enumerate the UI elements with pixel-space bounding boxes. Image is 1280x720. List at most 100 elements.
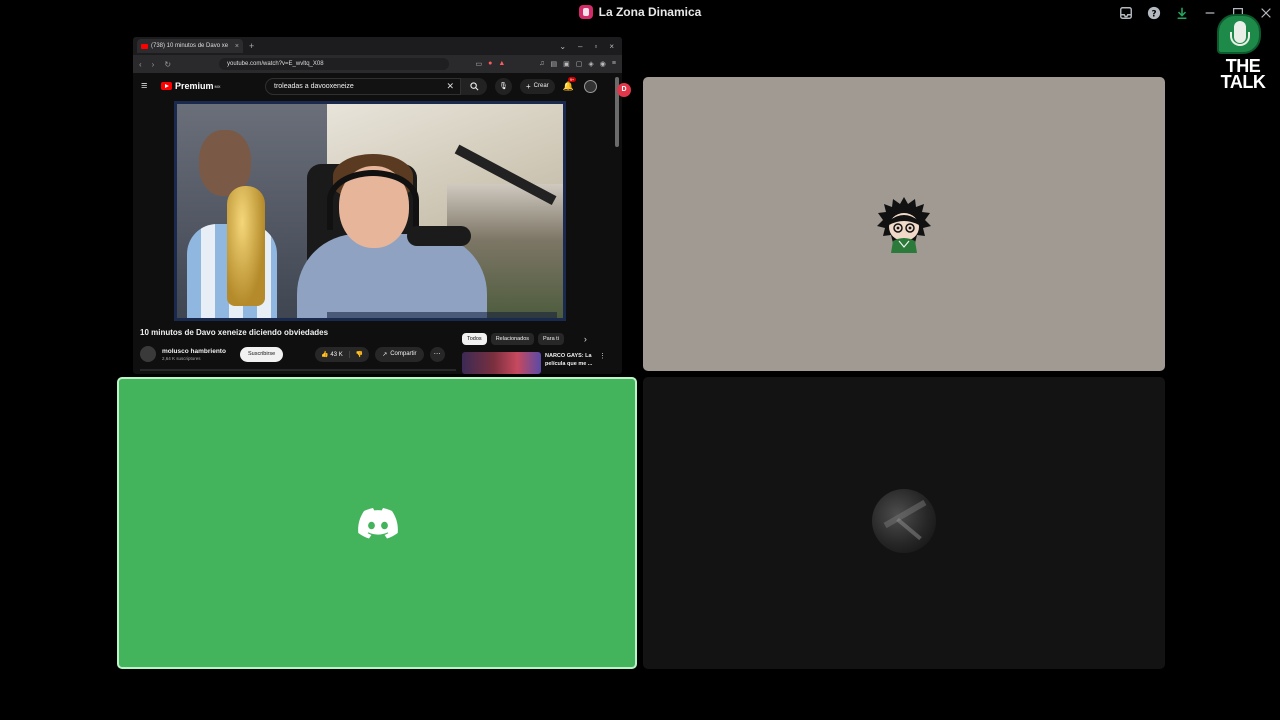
- title-bar: La Zona Dinamica ?: [0, 0, 1280, 26]
- video-frame-microphone: [407, 226, 471, 246]
- recommended-video[interactable]: NARCO GAYS: La película que me ... ⋮: [462, 352, 606, 374]
- recommendation-chips: Todos Relacionados Para ti ›: [462, 333, 587, 345]
- create-label: Crear: [533, 83, 549, 89]
- shield-icon[interactable]: ▲: [498, 60, 505, 68]
- chevron-right-icon[interactable]: ›: [584, 334, 587, 344]
- browser-nav: ‹ › ↻ ▯: [139, 60, 229, 69]
- youtube-search-button[interactable]: [461, 77, 487, 95]
- back-icon[interactable]: ‹: [139, 60, 142, 69]
- browser-maximize-icon[interactable]: ▫: [594, 42, 597, 51]
- browser-tab-title: (738) 10 minutos de Davo xe: [151, 43, 229, 49]
- url-text: youtube.com/watch?v=E_wvltq_X08: [227, 61, 324, 67]
- participant-tile-1[interactable]: [643, 77, 1165, 371]
- channel-info: molusco hambriento 2,64 K suscriptores: [162, 348, 236, 361]
- account-avatar[interactable]: [583, 79, 597, 93]
- video-frame-trophy: [227, 186, 265, 306]
- channel-name[interactable]: molusco hambriento: [162, 348, 236, 355]
- chip-all[interactable]: Todos: [462, 333, 487, 345]
- music-icon[interactable]: ♫: [539, 60, 544, 68]
- dislike-button[interactable]: 👎: [350, 351, 369, 358]
- browser-menu-icon[interactable]: ≡: [612, 60, 616, 68]
- channel-subscribers: 2,64 K suscriptores: [162, 355, 201, 361]
- video-player[interactable]: [174, 101, 566, 321]
- hamburger-menu-icon[interactable]: ≡: [141, 80, 161, 92]
- youtube-play-icon: [161, 82, 172, 90]
- channel-avatar[interactable]: [140, 346, 156, 362]
- voice-search-button[interactable]: 🎙: [495, 77, 512, 95]
- video-frame-social-bar: [327, 312, 557, 318]
- description-box-edge: [140, 369, 456, 371]
- bell-icon: 🔔: [562, 80, 574, 91]
- recommended-title[interactable]: NARCO GAYS: La película que me ...: [545, 352, 597, 374]
- url-field[interactable]: youtube.com/watch?v=E_wvltq_X08: [219, 58, 449, 70]
- participant-tile-2[interactable]: [643, 377, 1165, 669]
- recommended-more-icon[interactable]: ⋮: [599, 352, 606, 374]
- video-meta-row: molusco hambriento 2,64 K suscriptores S…: [140, 343, 460, 365]
- youtube-header: ≡ Premium MX troleadas a davooxeneize ✕ …: [133, 73, 613, 99]
- more-actions-icon[interactable]: ⋯: [429, 346, 445, 362]
- chip-related[interactable]: Relacionados: [490, 333, 535, 345]
- extensions-icon[interactable]: ◈: [588, 60, 593, 68]
- video-frame-streamer-body: [297, 234, 487, 318]
- notification-count: 9+: [567, 76, 577, 82]
- participant-avatar-1: [877, 197, 931, 253]
- cast-icon[interactable]: ▭: [475, 60, 482, 68]
- the-talk-logo: THE TALK: [1213, 14, 1273, 94]
- browser-tab[interactable]: (738) 10 minutos de Davo xe ×: [137, 39, 243, 53]
- discord-call-window: La Zona Dinamica ? (738) 10 minutos de D…: [0, 0, 1280, 720]
- subscribe-button[interactable]: Suscribirse: [240, 346, 284, 362]
- notifications-button[interactable]: 🔔 9+: [562, 76, 577, 92]
- logo-line-2: TALK: [1220, 72, 1266, 92]
- browser-tab-bar: (738) 10 minutos de Davo xe × + ⌄ – ▫ ×: [133, 37, 622, 55]
- tab-close-icon[interactable]: ×: [235, 43, 239, 50]
- video-title: 10 minutos de Davo xeneize diciendo obvi…: [140, 328, 329, 337]
- microphone-icon: 🎙: [499, 83, 508, 90]
- avatar-texture: [896, 517, 922, 541]
- share-label: Compartir: [390, 351, 417, 357]
- participant-avatar-2: [872, 489, 936, 553]
- download-icon[interactable]: [1168, 0, 1196, 26]
- share-button[interactable]: ↗ Compartir: [375, 346, 424, 362]
- video-frame-headset: [327, 170, 419, 230]
- microphone-logo-icon: [1217, 14, 1261, 54]
- the-talk-wordmark: THE TALK: [1213, 57, 1273, 92]
- svg-text:?: ?: [1151, 10, 1156, 20]
- create-button[interactable]: + Crear: [520, 78, 555, 94]
- browser-extensions: ▭ ● ▲ ♫ ▤ ▣ ▢ ◈ ◉ ≡: [475, 60, 616, 68]
- search-clear-icon[interactable]: ✕: [446, 81, 454, 92]
- tab-list-icon[interactable]: ⌄: [559, 42, 566, 51]
- plus-icon: +: [526, 81, 531, 91]
- adblock-icon[interactable]: ●: [488, 60, 492, 68]
- browser-close-icon[interactable]: ×: [609, 42, 614, 51]
- new-tab-button[interactable]: +: [249, 41, 254, 51]
- side-notification-badge[interactable]: D: [617, 83, 631, 97]
- reload-icon[interactable]: ↻: [164, 60, 171, 69]
- server-icon: [578, 5, 593, 19]
- youtube-region: MX: [214, 83, 221, 89]
- screenshot-icon[interactable]: ▢: [576, 60, 583, 68]
- participant-tile-speaking[interactable]: [117, 377, 637, 669]
- like-button[interactable]: 👍 43 K: [315, 350, 350, 358]
- vpn-icon[interactable]: ◉: [600, 60, 606, 68]
- help-icon[interactable]: ?: [1140, 0, 1168, 26]
- chip-for-you[interactable]: Para ti: [538, 333, 564, 345]
- thumbs-down-icon: 👎: [355, 351, 364, 358]
- sidebar-icon[interactable]: ▤: [551, 60, 558, 68]
- screen-share-tile[interactable]: (738) 10 minutos de Davo xe × + ⌄ – ▫ × …: [133, 37, 622, 374]
- inbox-icon[interactable]: [1112, 0, 1140, 26]
- youtube-search-value: troleadas a davooxeneize: [274, 82, 354, 90]
- thumbs-up-icon: 👍: [321, 351, 329, 358]
- youtube-search-input[interactable]: troleadas a davooxeneize ✕: [265, 77, 461, 95]
- youtube-logo-text: Premium: [175, 81, 214, 91]
- browser-window-controls: ⌄ – ▫ ×: [559, 42, 622, 51]
- window-title: La Zona Dinamica: [0, 5, 1280, 19]
- recommended-thumbnail[interactable]: [462, 352, 541, 374]
- discord-logo-icon: [358, 508, 398, 539]
- search-icon: [469, 81, 478, 90]
- youtube-logo[interactable]: Premium MX: [161, 81, 237, 91]
- forward-icon[interactable]: ›: [152, 60, 155, 69]
- like-dislike-group: 👍 43 K 👎: [315, 346, 370, 362]
- wallet-icon[interactable]: ▣: [563, 60, 570, 68]
- browser-minimize-icon[interactable]: –: [578, 42, 582, 51]
- youtube-favicon: [141, 43, 148, 49]
